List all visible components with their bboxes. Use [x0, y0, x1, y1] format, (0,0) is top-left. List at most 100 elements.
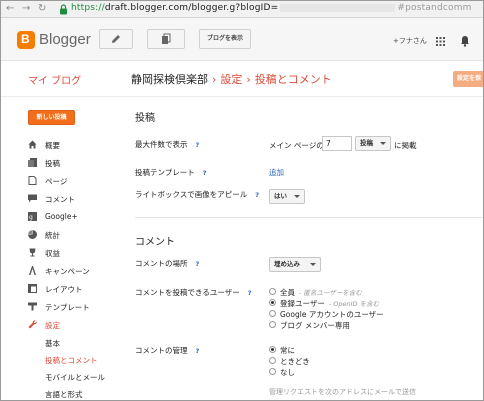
option-text: 全員 [280, 288, 295, 297]
breadcrumb: 静岡探検倶楽部 › 設定 › 投稿とコメント [131, 71, 332, 87]
sidebar-item-label: レイアウト [45, 285, 83, 294]
blogger-header: B Blogger ブログを表示 +フナさん [1, 18, 483, 61]
chevron-down-icon [380, 142, 386, 145]
radio-label: なし [280, 368, 295, 377]
help-icon[interactable]: ? [255, 191, 259, 199]
breadcrumb-separator: › [246, 73, 251, 86]
dropdown-value: はい [274, 192, 287, 200]
my-blog-link[interactable]: マイ ブログ [28, 72, 81, 87]
max-posts-input[interactable]: 7 [322, 136, 352, 151]
breadcrumb-current: 投稿とコメント [254, 73, 332, 86]
help-icon[interactable]: ? [203, 169, 207, 177]
brand-name[interactable]: Blogger [39, 31, 91, 48]
option-note: - OpenID を含む [328, 300, 380, 308]
dropdown-value: 埋め込み [274, 260, 300, 268]
who-can-comment-label: コメントを投稿できるユーザー? [135, 287, 251, 298]
lightbox-dropdown[interactable]: はい [269, 189, 305, 204]
url-tail: #postandcomm [397, 3, 472, 13]
save-settings-button[interactable]: 設定を保 [453, 71, 483, 87]
blog-name[interactable]: 静岡探検倶楽部 [131, 73, 208, 86]
new-post-pencil-button[interactable] [99, 29, 133, 49]
sidebar-item-settings[interactable]: 設定 [28, 317, 121, 335]
radio-button[interactable] [269, 357, 276, 364]
sidebar-subitem-label: 言語と形式 [45, 390, 83, 399]
layout-icon [28, 284, 37, 293]
reload-icon[interactable]: ↻ [38, 3, 46, 15]
radio-button-selected[interactable] [269, 299, 276, 306]
trophy-icon [29, 248, 36, 257]
sidebar-item-comments[interactable]: コメント [28, 191, 121, 209]
radio-button[interactable] [269, 288, 276, 295]
max-posts-unit-dropdown[interactable]: 投稿 [355, 136, 391, 151]
sidebar-item-label: 概要 [45, 141, 60, 150]
option-note: - 匿名ユーザーを含む [299, 289, 362, 297]
radio-label: 全員 - 匿名ユーザーを含む [280, 287, 362, 298]
radio-label: Google アカウントのユーザー [280, 309, 384, 320]
breadcrumb-settings[interactable]: 設定 [220, 73, 242, 86]
sidebar-subitem-label: 投稿とコメント [45, 356, 98, 365]
new-post-button[interactable]: 新しい投稿 [28, 110, 75, 125]
comment-moderation-label: コメントの管理? [135, 345, 199, 356]
option-text: 登録ユーザー [280, 299, 325, 308]
moderation-email-note: 管理リクエストを次のアドレスにメールで送信 [269, 388, 416, 396]
sidebar-item-overview[interactable]: 概要 [28, 137, 121, 155]
sidebar: 新しい投稿 概要 投稿 ページ コメント g Google+ 統計 収益 キャン… [1, 97, 121, 400]
browser-window: ← → ↻ https://draft.blogger.com/blogger.… [0, 0, 484, 401]
comment-icon [28, 194, 37, 203]
forward-arrow-icon[interactable]: → [22, 3, 30, 15]
blogger-logo-icon[interactable]: B [17, 31, 35, 49]
max-posts-label: 最大件数で表示? [135, 139, 199, 150]
sidebar-item-label: 投稿 [45, 159, 60, 168]
sidebar-subitem-label: 基本 [45, 339, 60, 348]
help-icon[interactable]: ? [248, 289, 252, 297]
dropdown-value: 投稿 [360, 139, 373, 147]
url-main: draft.blogger.com/blogger.g?blogID= [104, 3, 279, 13]
url-field[interactable]: https://draft.blogger.com/blogger.g?blog… [71, 3, 472, 13]
lightbox-label: ライトボックスで画像をアピール? [135, 189, 259, 200]
radio-button-selected[interactable] [269, 346, 276, 353]
sidebar-nav: 概要 投稿 ページ コメント g Google+ 統計 収益 キャンペーン レイ… [28, 137, 121, 400]
adwords-icon [29, 266, 36, 275]
user-name-link[interactable]: +フナさん [393, 36, 427, 46]
help-icon[interactable]: ? [196, 347, 200, 355]
sidebar-item-pages[interactable]: ページ [28, 173, 121, 191]
sidebar-item-label: Google+ [45, 212, 78, 221]
lightbox-label-text: ライトボックスで画像をアピール [135, 190, 248, 199]
help-icon[interactable]: ? [196, 260, 200, 268]
radio-label: ときどき [280, 357, 310, 366]
sidebar-item-template[interactable]: テンプレート [28, 299, 121, 317]
sidebar-subitem-basic[interactable]: 基本 [28, 335, 121, 352]
radio-label: ブログ メンバー専用 [280, 320, 350, 331]
sidebar-item-posts[interactable]: 投稿 [28, 155, 121, 173]
sidebar-item-stats[interactable]: 統計 [28, 227, 121, 245]
notification-bell-icon[interactable] [460, 35, 470, 47]
view-blog-button[interactable]: ブログを表示 [199, 29, 251, 49]
sidebar-item-layout[interactable]: レイアウト [28, 281, 121, 299]
comment-location-dropdown[interactable]: 埋め込み [269, 257, 321, 272]
post-template-label-text: 投稿テンプレート [135, 168, 195, 177]
pages-button[interactable] [147, 29, 185, 49]
chevron-down-icon [294, 195, 300, 198]
page-icon [28, 176, 37, 185]
sidebar-subitem-posts-comments[interactable]: 投稿とコメント [28, 352, 121, 369]
back-arrow-icon[interactable]: ← [6, 3, 14, 15]
radio-button[interactable] [269, 321, 276, 328]
blog-title-bar: マイ ブログ 静岡探検倶楽部 › 設定 › 投稿とコメント 設定を保 [1, 62, 483, 97]
stats-icon [28, 230, 37, 239]
sidebar-item-earnings[interactable]: 収益 [28, 245, 121, 263]
sidebar-item-label: ページ [45, 177, 68, 186]
comment-location-label-text: コメントの場所 [135, 259, 188, 268]
help-icon[interactable]: ? [196, 141, 200, 149]
sidebar-subitem-mobile-email[interactable]: モバイルとメール [28, 369, 121, 386]
comment-location-label: コメントの場所? [135, 258, 199, 269]
radio-button[interactable] [269, 368, 276, 375]
apps-grid-icon[interactable] [436, 37, 445, 46]
lock-icon [60, 4, 67, 15]
sidebar-item-campaigns[interactable]: キャンペーン [28, 263, 121, 281]
home-icon [28, 140, 37, 149]
sidebar-subitem-language-format[interactable]: 言語と形式 [28, 386, 121, 400]
radio-button[interactable] [269, 310, 276, 317]
section-divider [135, 217, 483, 218]
add-template-link[interactable]: 追加 [269, 167, 284, 178]
sidebar-item-google-plus[interactable]: g Google+ [28, 209, 121, 227]
